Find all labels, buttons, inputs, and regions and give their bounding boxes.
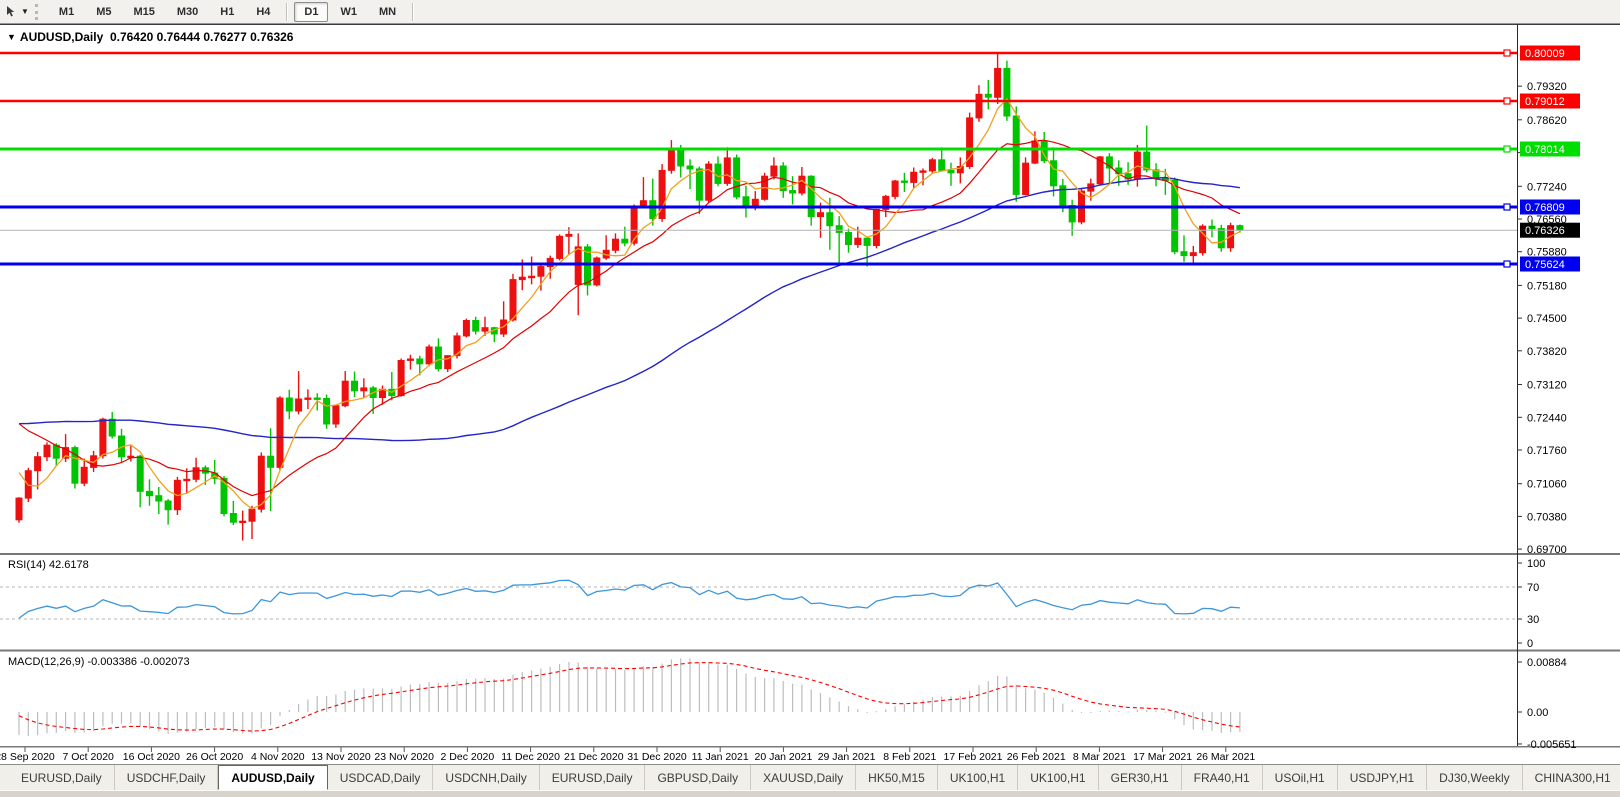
svg-text:0.70380: 0.70380 xyxy=(1527,511,1567,523)
tab-eurusd-daily[interactable]: EURUSD,Daily xyxy=(540,765,646,790)
collapse-arrow-icon[interactable]: ▼ xyxy=(7,32,16,42)
svg-text:0.76809: 0.76809 xyxy=(1525,202,1565,214)
crosshair-cursor-icon[interactable] xyxy=(3,3,21,21)
timeframe-button-h1[interactable]: H1 xyxy=(210,2,244,22)
hline-handle[interactable] xyxy=(1503,145,1511,153)
timeframe-toolbar: ▼ M1 M5 M15 M30 H1 H4 D1 W1 MN xyxy=(0,0,1620,24)
timeframe-button-m5[interactable]: M5 xyxy=(86,2,121,22)
timeframe-button-m30[interactable]: M30 xyxy=(167,2,208,22)
svg-text:0: 0 xyxy=(1527,638,1533,650)
tab-eurusd-daily[interactable]: EURUSD,Daily xyxy=(9,765,115,790)
tab-dj30-weekly[interactable]: DJ30,Weekly xyxy=(1427,765,1523,790)
tab-china300-h1[interactable]: CHINA300,H1 xyxy=(1523,765,1620,790)
svg-text:0.75180: 0.75180 xyxy=(1527,280,1567,292)
svg-text:0.75624: 0.75624 xyxy=(1525,259,1565,271)
tab-usdchf-daily[interactable]: USDCHF,Daily xyxy=(115,765,219,790)
svg-text:23 Nov 2020: 23 Nov 2020 xyxy=(374,751,434,763)
svg-text:26 Feb 2021: 26 Feb 2021 xyxy=(1007,751,1066,763)
svg-text:0.71060: 0.71060 xyxy=(1527,479,1567,491)
svg-text:0.77240: 0.77240 xyxy=(1527,181,1567,193)
svg-text:0.76326: 0.76326 xyxy=(1525,225,1565,237)
svg-text:0.79012: 0.79012 xyxy=(1525,96,1565,108)
svg-text:13 Nov 2020: 13 Nov 2020 xyxy=(311,751,371,763)
chart-ohlc-values: 0.76420 0.76444 0.76277 0.76326 xyxy=(109,30,294,44)
svg-text:17 Mar 2021: 17 Mar 2021 xyxy=(1133,751,1192,763)
svg-text:0.00884: 0.00884 xyxy=(1527,657,1567,669)
chart-symbol-label: AUDUSD,Daily xyxy=(19,30,104,44)
svg-text:0.69700: 0.69700 xyxy=(1527,544,1567,556)
tab-uk100-h1[interactable]: UK100,H1 xyxy=(1018,765,1099,790)
svg-text:100: 100 xyxy=(1527,558,1545,570)
svg-text:20 Jan 2021: 20 Jan 2021 xyxy=(754,751,812,763)
toolbar-grip-handle[interactable] xyxy=(34,3,42,20)
svg-text:31 Dec 2020: 31 Dec 2020 xyxy=(627,751,687,763)
tab-usdcnh-daily[interactable]: USDCNH,Daily xyxy=(433,765,540,790)
svg-text:7 Oct 2020: 7 Oct 2020 xyxy=(63,751,115,763)
svg-text:70: 70 xyxy=(1527,582,1539,594)
svg-text:0.79320: 0.79320 xyxy=(1527,81,1567,93)
tab-uk100-h1[interactable]: UK100,H1 xyxy=(938,765,1019,790)
svg-text:8 Mar 2021: 8 Mar 2021 xyxy=(1073,751,1126,763)
tab-ger30-h1[interactable]: GER30,H1 xyxy=(1099,765,1182,790)
cursor-tool-caret-icon[interactable]: ▼ xyxy=(21,7,29,16)
svg-text:4 Nov 2020: 4 Nov 2020 xyxy=(251,751,305,763)
chart-canvas[interactable]: 0.793200.786200.779400.772400.765600.758… xyxy=(0,24,1620,764)
svg-text:0.73820: 0.73820 xyxy=(1527,346,1567,358)
tab-usdjpy-h1[interactable]: USDJPY,H1 xyxy=(1338,765,1428,790)
tab-usoil-h1[interactable]: USOil,H1 xyxy=(1263,765,1338,790)
tab-xauusd-daily[interactable]: XAUUSD,Daily xyxy=(751,765,857,790)
svg-text:21 Dec 2020: 21 Dec 2020 xyxy=(564,751,624,763)
timeframe-button-d1[interactable]: D1 xyxy=(294,1,329,22)
hline-handle[interactable] xyxy=(1503,203,1511,211)
tab-audusd-daily[interactable]: AUDUSD,Daily xyxy=(218,765,328,790)
timeframe-button-w1[interactable]: W1 xyxy=(330,2,367,22)
svg-text:11 Jan 2021: 11 Jan 2021 xyxy=(692,751,749,763)
tab-fra40-h1[interactable]: FRA40,H1 xyxy=(1182,765,1263,790)
status-strip xyxy=(0,790,1620,797)
hline-handle[interactable] xyxy=(1503,260,1511,268)
chart-title: ▼ AUDUSD,Daily 0.76420 0.76444 0.76277 0.… xyxy=(7,30,293,44)
svg-text:2 Dec 2020: 2 Dec 2020 xyxy=(441,751,495,763)
hline-handle[interactable] xyxy=(1503,49,1511,57)
tab-gbpusd-daily[interactable]: GBPUSD,Daily xyxy=(645,765,752,790)
svg-text:17 Feb 2021: 17 Feb 2021 xyxy=(944,751,1003,763)
toolbar-separator xyxy=(412,2,415,21)
svg-text:0.74500: 0.74500 xyxy=(1527,313,1567,325)
tab-hk50-m15[interactable]: HK50,M15 xyxy=(856,765,938,790)
svg-text:28 Sep 2020: 28 Sep 2020 xyxy=(0,751,55,763)
svg-text:8 Feb 2021: 8 Feb 2021 xyxy=(883,751,936,763)
svg-text:11 Dec 2020: 11 Dec 2020 xyxy=(501,751,560,763)
svg-text:-0.005651: -0.005651 xyxy=(1527,739,1577,751)
svg-text:0.71760: 0.71760 xyxy=(1527,445,1567,457)
hline-handle[interactable] xyxy=(1503,97,1511,105)
svg-text:26 Oct 2020: 26 Oct 2020 xyxy=(186,751,243,763)
svg-text:29 Jan 2021: 29 Jan 2021 xyxy=(818,751,876,763)
svg-text:0.78014: 0.78014 xyxy=(1525,144,1565,156)
timeframe-button-mn[interactable]: MN xyxy=(369,2,406,22)
timeframe-buttons: M1 M5 M15 M30 H1 H4 D1 W1 MN xyxy=(48,1,419,22)
svg-text:0.80009: 0.80009 xyxy=(1525,48,1565,60)
chart-tab-bar: EURUSD,Daily USDCHF,Daily AUDUSD,Daily USDC… xyxy=(0,764,1620,790)
rsi-indicator-label: RSI(14) 42.6178 xyxy=(8,559,89,571)
macd-indicator-label: MACD(12,26,9) -0.003386 -0.002073 xyxy=(8,656,190,668)
trading-terminal: ▼ M1 M5 M15 M30 H1 H4 D1 W1 MN ▼ AUDUSD,Daily 0.7… xyxy=(0,0,1620,797)
svg-text:0.73120: 0.73120 xyxy=(1527,380,1567,392)
svg-text:30: 30 xyxy=(1527,614,1539,626)
timeframe-button-h4[interactable]: H4 xyxy=(246,2,280,22)
tab-usdcad-daily[interactable]: USDCAD,Daily xyxy=(328,765,434,790)
svg-text:0.72440: 0.72440 xyxy=(1527,412,1567,424)
timeframe-button-m15[interactable]: M15 xyxy=(123,2,164,22)
timeframe-button-m1[interactable]: M1 xyxy=(49,2,84,22)
svg-text:16 Oct 2020: 16 Oct 2020 xyxy=(123,751,180,763)
svg-text:0.00: 0.00 xyxy=(1527,707,1548,719)
svg-text:26 Mar 2021: 26 Mar 2021 xyxy=(1196,751,1255,763)
toolbar-separator xyxy=(286,2,289,21)
svg-text:0.78620: 0.78620 xyxy=(1527,115,1567,127)
